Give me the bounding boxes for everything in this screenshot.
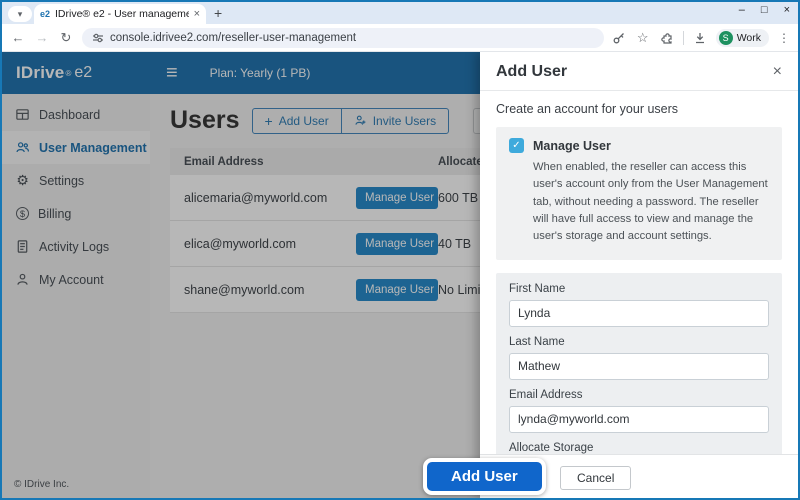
manage-user-checkbox[interactable]: ✓: [509, 138, 524, 153]
manage-user-label: Manage User: [533, 139, 611, 153]
chevron-down-icon: ▾: [18, 9, 23, 20]
panel-title: Add User: [496, 63, 567, 81]
submit-add-user-button[interactable]: Add User: [423, 458, 546, 495]
screenshot-frame: ▾ e2 IDrive® e2 - User management × + – …: [0, 0, 800, 500]
site-settings-icon: [92, 32, 104, 44]
first-name-field[interactable]: [509, 300, 769, 327]
email-address-label: Email Address: [509, 389, 769, 401]
tab-search-button[interactable]: ▾: [8, 6, 32, 22]
tab-close-icon[interactable]: ×: [194, 8, 200, 20]
app-viewport: IDrive®e2 Dashboard User Management ⚙ Se…: [2, 52, 798, 498]
url-text: console.idrivee2.com/reseller-user-manag…: [110, 32, 356, 44]
browser-toolbar: ← → ↻ console.idrivee2.com/reseller-user…: [2, 24, 798, 52]
tab-title: IDrive® e2 - User management: [55, 8, 189, 20]
reload-icon[interactable]: ↻: [58, 30, 74, 46]
cancel-button[interactable]: Cancel: [560, 466, 631, 490]
passwords-key-icon[interactable]: [612, 31, 626, 45]
panel-close-icon[interactable]: ×: [773, 64, 782, 80]
browser-tab[interactable]: e2 IDrive® e2 - User management ×: [34, 4, 206, 24]
last-name-field[interactable]: [509, 353, 769, 380]
manage-user-description: When enabled, the reseller can access th…: [533, 159, 769, 246]
window-controls: – □ ×: [739, 4, 790, 16]
allocate-storage-label: Allocate Storage: [509, 442, 769, 454]
address-bar[interactable]: console.idrivee2.com/reseller-user-manag…: [82, 28, 604, 48]
profile-name: Work: [737, 32, 761, 44]
minimize-icon[interactable]: –: [739, 4, 745, 16]
back-icon[interactable]: ←: [10, 30, 26, 45]
panel-subtitle: Create an account for your users: [480, 91, 798, 125]
toolbar-divider: [683, 31, 684, 45]
email-field[interactable]: [509, 406, 769, 433]
site-favicon: e2: [40, 9, 50, 19]
bookmark-star-icon[interactable]: ☆: [635, 30, 651, 46]
manage-user-card: ✓ Manage User When enabled, the reseller…: [496, 127, 782, 260]
extensions-puzzle-icon[interactable]: [660, 31, 674, 45]
new-tab-button[interactable]: +: [214, 5, 222, 21]
profile-chip[interactable]: S Work: [716, 29, 769, 47]
maximize-icon[interactable]: □: [761, 4, 768, 16]
download-icon[interactable]: [693, 31, 707, 45]
last-name-label: Last Name: [509, 336, 769, 348]
panel-footer: Add User Cancel: [480, 454, 798, 498]
manage-user-option: ✓ Manage User: [509, 138, 769, 153]
add-user-panel: Add User × Create an account for your us…: [480, 52, 798, 498]
avatar: S: [719, 31, 733, 45]
close-icon[interactable]: ×: [784, 4, 790, 16]
check-icon: ✓: [512, 140, 520, 151]
browser-menu-icon[interactable]: ⋮: [778, 31, 790, 45]
browser-tab-strip: ▾ e2 IDrive® e2 - User management × + – …: [2, 2, 798, 24]
first-name-label: First Name: [509, 283, 769, 295]
forward-icon[interactable]: →: [34, 30, 50, 45]
panel-header: Add User ×: [480, 52, 798, 91]
toolbar-icons: ☆ S Work ⋮: [612, 29, 790, 47]
